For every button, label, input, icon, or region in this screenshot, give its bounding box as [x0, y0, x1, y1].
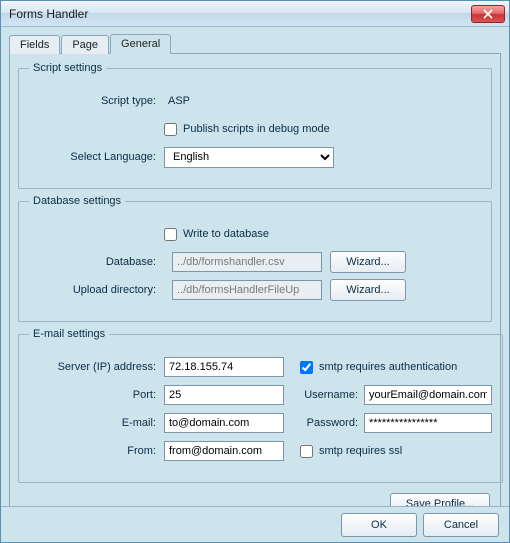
checkbox-smtp-auth[interactable] [300, 361, 313, 374]
select-language[interactable]: English [164, 147, 334, 168]
client-area: Fields Page General Script settings Scri… [1, 27, 509, 506]
label-upload-directory: Upload directory: [29, 284, 164, 296]
tab-page[interactable]: Page [61, 35, 109, 54]
checkbox-smtp-ssl[interactable] [300, 445, 313, 458]
value-script-type: ASP [164, 95, 190, 107]
tab-strip: Fields Page General [9, 33, 501, 53]
button-upload-wizard[interactable]: Wizard... [330, 279, 406, 301]
legend-database-settings: Database settings [29, 195, 125, 207]
button-save-profile[interactable]: Save Profile... [390, 493, 490, 506]
group-email-settings: E-mail settings Server (IP) address: smt… [18, 328, 503, 483]
group-database-settings: Database settings Write to database Data… [18, 195, 492, 322]
tab-general[interactable]: General [110, 34, 171, 54]
close-icon [483, 9, 493, 19]
label-database: Database: [29, 256, 164, 268]
label-port: Port: [29, 389, 164, 401]
input-database-path[interactable] [172, 252, 322, 272]
input-password[interactable] [364, 413, 492, 433]
checkbox-write-database[interactable] [164, 228, 177, 241]
label-from: From: [29, 445, 164, 457]
legend-email-settings: E-mail settings [29, 328, 109, 340]
input-port[interactable] [164, 385, 284, 405]
close-button[interactable] [471, 5, 505, 23]
input-server-ip[interactable] [164, 357, 284, 377]
label-smtp-auth: smtp requires authentication [319, 361, 457, 373]
checkbox-debug-mode[interactable] [164, 123, 177, 136]
input-upload-directory[interactable] [172, 280, 322, 300]
label-username: Username: [300, 389, 364, 401]
label-script-type: Script type: [29, 95, 164, 107]
input-email[interactable] [164, 413, 284, 433]
button-database-wizard[interactable]: Wizard... [330, 251, 406, 273]
input-from[interactable] [164, 441, 284, 461]
input-username[interactable] [364, 385, 492, 405]
button-ok[interactable]: OK [341, 513, 417, 537]
label-server-ip: Server (IP) address: [29, 361, 164, 373]
dialog-footer: OK Cancel [1, 506, 509, 542]
dialog-window: Forms Handler Fields Page General Script… [0, 0, 510, 543]
window-title: Forms Handler [9, 7, 471, 21]
group-script-settings: Script settings Script type: ASP Publish… [18, 62, 492, 189]
label-password: Password: [300, 417, 364, 429]
tabpanel-general: Script settings Script type: ASP Publish… [9, 53, 501, 506]
label-write-database: Write to database [183, 228, 269, 240]
legend-script-settings: Script settings [29, 62, 106, 74]
label-debug-mode: Publish scripts in debug mode [183, 123, 330, 135]
label-select-language: Select Language: [29, 151, 164, 163]
label-email: E-mail: [29, 417, 164, 429]
button-cancel[interactable]: Cancel [423, 513, 499, 537]
titlebar: Forms Handler [1, 1, 509, 27]
tab-fields[interactable]: Fields [9, 35, 60, 54]
label-smtp-ssl: smtp requires ssl [319, 445, 402, 457]
